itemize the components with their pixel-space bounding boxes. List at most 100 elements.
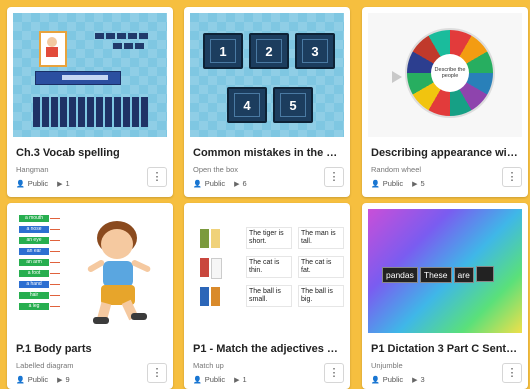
more-options-button[interactable]: ⋮ (147, 363, 167, 383)
card-meta: 👤 Public ▶ 3 (371, 375, 425, 384)
more-options-button[interactable]: ⋮ (502, 363, 522, 383)
public-user-icon: 👤 (16, 180, 25, 188)
play-icon: ▶ (412, 376, 418, 384)
play-count: 3 (420, 375, 425, 384)
answer-bar (35, 71, 121, 85)
diagram-label: an eye (19, 237, 49, 244)
match-tile[interactable]: The cat is fat. (298, 256, 344, 278)
activity-type: Hangman (16, 165, 49, 174)
more-options-button[interactable]: ⋮ (502, 167, 522, 187)
diagram-label: hair (19, 292, 49, 299)
visibility-label: Public (27, 179, 49, 188)
word-chip-row: pandas These are (382, 265, 496, 283)
box-tile[interactable]: 5 (273, 87, 313, 123)
hangman-picture (39, 31, 67, 67)
box-number: 5 (280, 93, 306, 117)
activity-card[interactable]: The tiger is short. The man is tall. The… (184, 203, 350, 389)
card-meta: 👤 Public ▶ 6 (193, 179, 247, 188)
activity-card[interactable]: Describe the people Describing appearanc… (362, 7, 528, 197)
match-tile[interactable]: The ball is big. (298, 285, 344, 307)
wheel-center-text: Describe the people (434, 67, 466, 79)
visibility-label: Public (382, 375, 404, 384)
box-tile[interactable]: 1 (203, 33, 243, 69)
activity-type: Unjumble (371, 361, 403, 370)
play-count: 5 (420, 179, 425, 188)
play-count: 9 (65, 375, 70, 384)
play-icon: ▶ (412, 180, 418, 188)
play-icon: ▶ (234, 180, 240, 188)
word-chip[interactable]: are (453, 267, 474, 283)
hangman-thumbnail[interactable] (13, 13, 167, 137)
box-number: 2 (256, 39, 282, 63)
public-user-icon: 👤 (371, 180, 380, 188)
box-tile[interactable]: 2 (249, 33, 289, 69)
open-box-thumbnail[interactable]: 1 2 3 4 5 (190, 13, 344, 137)
card-title[interactable]: P1 Dictation 3 Part C Senten... (371, 343, 521, 355)
diagram-label: a nose (19, 226, 49, 233)
spin-wheel[interactable]: Describe the people (405, 28, 495, 118)
match-tile[interactable]: The ball is small. (246, 285, 292, 307)
public-user-icon: 👤 (371, 376, 380, 384)
hidden-word-slots (95, 33, 161, 49)
card-title[interactable]: P.1 Body parts (16, 343, 166, 355)
letter-keyboard[interactable] (33, 97, 149, 127)
match-tile[interactable]: The cat is thin. (246, 256, 292, 278)
more-options-button[interactable]: ⋮ (324, 363, 344, 383)
public-user-icon: 👤 (193, 180, 202, 188)
play-count: 1 (242, 375, 247, 384)
activity-type: Random wheel (371, 165, 422, 174)
card-title[interactable]: P1 - Match the adjectives an... (193, 343, 343, 355)
diagram-label: a leg (19, 303, 49, 310)
diagram-label: a foot (19, 270, 49, 277)
play-icon: ▶ (57, 180, 63, 188)
activity-card[interactable]: a mouth a nose an eye an ear an arm a fo… (7, 203, 173, 389)
more-options-button[interactable]: ⋮ (324, 167, 344, 187)
visibility-label: Public (382, 179, 404, 188)
box-tile[interactable]: 4 (227, 87, 267, 123)
box-number: 1 (210, 39, 236, 63)
match-picture (200, 287, 209, 306)
word-chip[interactable]: pandas (382, 267, 418, 283)
labelled-diagram-thumbnail[interactable]: a mouth a nose an eye an ear an arm a fo… (13, 209, 167, 333)
match-tile[interactable]: The tiger is short. (246, 227, 292, 249)
activity-card[interactable]: Ch.3 Vocab spelling Hangman 👤 Public ▶ 1… (7, 7, 173, 197)
box-tile[interactable]: 3 (295, 33, 335, 69)
match-picture (200, 229, 209, 248)
visibility-label: Public (204, 375, 226, 384)
diagram-label: an arm (19, 259, 49, 266)
play-count: 1 (65, 179, 70, 188)
activity-type: Labelled diagram (16, 361, 74, 370)
card-meta: 👤 Public ▶ 9 (16, 375, 70, 384)
activity-card[interactable]: 1 2 3 4 5 Common mistakes in the an... O… (184, 7, 350, 197)
random-wheel-thumbnail[interactable]: Describe the people (368, 13, 522, 137)
card-meta: 👤 Public ▶ 5 (371, 179, 425, 188)
diagram-label: a mouth (19, 215, 49, 222)
activity-type: Match up (193, 361, 224, 370)
box-number: 3 (302, 39, 328, 63)
boy-illustration (79, 217, 159, 327)
play-icon: ▶ (234, 376, 240, 384)
play-count: 6 (242, 179, 247, 188)
public-user-icon: 👤 (16, 376, 25, 384)
visibility-label: Public (204, 179, 226, 188)
card-meta: 👤 Public ▶ 1 (193, 375, 247, 384)
word-chip[interactable]: These (419, 267, 452, 283)
diagram-label: a hand (19, 281, 49, 288)
activity-type: Open the box (193, 165, 239, 174)
wheel-pointer-icon (392, 71, 402, 83)
card-title[interactable]: Ch.3 Vocab spelling (16, 147, 166, 159)
match-picture (211, 287, 220, 306)
diagram-label: an ear (19, 248, 49, 255)
card-title[interactable]: Describing appearance with... (371, 147, 521, 159)
match-tile[interactable]: The man is tall. (298, 227, 344, 249)
card-title[interactable]: Common mistakes in the an... (193, 147, 343, 159)
more-options-button[interactable]: ⋮ (147, 167, 167, 187)
match-picture (211, 258, 222, 279)
play-icon: ▶ (57, 376, 63, 384)
card-meta: 👤 Public ▶ 1 (16, 179, 70, 188)
match-up-thumbnail[interactable]: The tiger is short. The man is tall. The… (190, 209, 344, 333)
match-picture (211, 229, 220, 248)
activity-card[interactable]: pandas These are P1 Dictation 3 Part C Sen… (362, 203, 528, 389)
unjumble-thumbnail[interactable]: pandas These are (368, 209, 522, 333)
word-chip[interactable] (475, 265, 494, 282)
